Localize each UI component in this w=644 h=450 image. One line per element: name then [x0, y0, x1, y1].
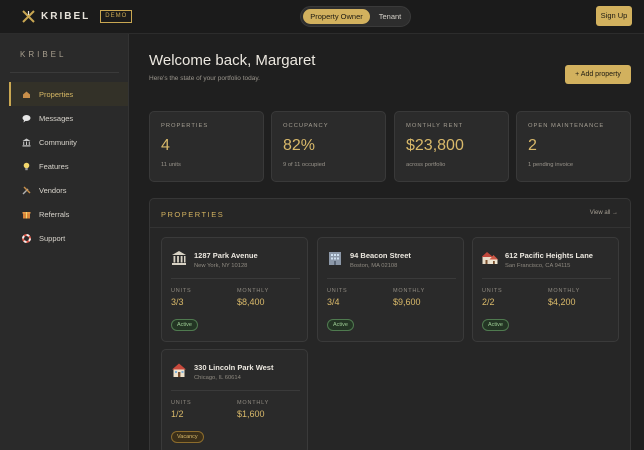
- building-columns-icon: [22, 138, 31, 147]
- status-badge: Vacancy: [171, 431, 204, 443]
- brand-name: KRIBEL: [41, 11, 91, 22]
- sidebar-item-vendors[interactable]: Vendors: [9, 178, 128, 202]
- stat-value: $23,800: [406, 137, 464, 154]
- top-bar: KRIBEL DEMO Property Owner Tenant Sign U…: [0, 0, 644, 34]
- stat-label: OPEN MAINTENANCE: [528, 123, 605, 129]
- sidebar-item-label: Referrals: [39, 209, 70, 219]
- page-subtitle: Here's the state of your portfolio today…: [149, 75, 260, 82]
- property-city: Boston, MA 02108: [350, 263, 398, 269]
- office-building-icon: [327, 250, 343, 266]
- property-city: Chicago, IL 60614: [194, 375, 241, 381]
- stat-value: 2: [528, 137, 537, 154]
- home-icon: [22, 90, 31, 99]
- stat-label: OCCUPANCY: [283, 123, 329, 129]
- units-value: 2/2: [482, 297, 495, 307]
- property-card-94-beacon-street[interactable]: 94 Beacon Street Boston, MA 02108 UNITS …: [317, 237, 464, 342]
- monthly-label: MONTHLY: [237, 288, 270, 294]
- monthly-label: MONTHLY: [548, 288, 581, 294]
- sidebar-item-label: Vendors: [39, 185, 67, 195]
- add-property-button[interactable]: + Add property: [565, 65, 631, 84]
- property-card-1287-park-avenue[interactable]: 1287 Park Avenue New York, NY 10128 UNIT…: [161, 237, 308, 342]
- toggle-property-owner[interactable]: Property Owner: [303, 9, 370, 24]
- lifebuoy-icon: [22, 233, 31, 243]
- monthly-value: $9,600: [393, 297, 421, 307]
- stat-card-monthly-rent: MONTHLY RENT $23,800 across portfolio: [394, 111, 509, 182]
- card-divider: [482, 278, 611, 279]
- sidebar-item-label: Messages: [39, 113, 74, 123]
- sidebar-item-referrals[interactable]: Referrals: [9, 202, 128, 226]
- monthly-value: $4,200: [548, 297, 576, 307]
- house-icon: [171, 362, 187, 378]
- sidebar-item-label: Features: [39, 161, 69, 171]
- property-city: New York, NY 10128: [194, 263, 248, 269]
- monthly-label: MONTHLY: [393, 288, 426, 294]
- stat-sub: 11 units: [161, 162, 181, 168]
- houses-icon: [481, 250, 498, 266]
- view-all-link[interactable]: View all →: [590, 210, 618, 216]
- card-divider: [171, 278, 300, 279]
- sidebar-item-messages[interactable]: Messages: [9, 106, 128, 130]
- units-value: 3/3: [171, 297, 184, 307]
- property-name: 1287 Park Avenue: [194, 251, 258, 260]
- speech-bubble-icon: [22, 114, 31, 123]
- monthly-value: $8,400: [237, 297, 265, 307]
- property-city: San Francisco, CA 94115: [505, 263, 571, 269]
- stat-sub: across portfolio: [406, 162, 446, 168]
- sidebar-item-label: Properties: [39, 89, 74, 99]
- stat-label: MONTHLY RENT: [406, 123, 464, 129]
- stat-value: 82%: [283, 137, 316, 154]
- sidebar-nav: Properties Messages Community Features V…: [9, 82, 128, 250]
- units-label: UNITS: [482, 288, 503, 294]
- role-toggle: Property Owner Tenant: [300, 6, 411, 27]
- tools-icon: [22, 186, 31, 195]
- demo-badge: DEMO: [100, 10, 133, 23]
- stat-card-properties: PROPERTIES 4 11 units: [149, 111, 264, 182]
- sidebar-item-community[interactable]: Community: [9, 130, 128, 154]
- card-divider: [327, 278, 456, 279]
- classical-building-icon: [171, 250, 187, 266]
- units-label: UNITS: [171, 288, 192, 294]
- panel-title: PROPERTIES: [161, 210, 225, 219]
- sidebar-item-properties[interactable]: Properties: [9, 82, 128, 106]
- lightbulb-icon: [22, 162, 31, 171]
- stat-sub: 1 pending invoice: [528, 162, 574, 168]
- sidebar-item-support[interactable]: Support: [9, 226, 128, 250]
- units-value: 3/4: [327, 297, 340, 307]
- page-title: Welcome back, Margaret: [149, 52, 316, 69]
- property-name: 330 Lincoln Park West: [194, 363, 274, 372]
- status-badge: Active: [327, 319, 354, 331]
- sidebar-item-label: Support: [39, 233, 66, 243]
- property-name: 612 Pacific Heights Lane: [505, 251, 593, 260]
- brand[interactable]: KRIBEL DEMO: [22, 10, 133, 23]
- sidebar-brand: KRIBEL: [20, 50, 67, 59]
- stat-label: PROPERTIES: [161, 123, 209, 129]
- stat-card-occupancy: OCCUPANCY 82% 9 of 11 occupied: [271, 111, 386, 182]
- units-label: UNITS: [171, 400, 192, 406]
- properties-panel: PROPERTIES View all → 1287 Park Avenue N…: [149, 198, 631, 450]
- sign-up-button[interactable]: Sign Up: [596, 6, 632, 26]
- property-card-330-lincoln-park-west[interactable]: 330 Lincoln Park West Chicago, IL 60614 …: [161, 349, 308, 450]
- sidebar-item-label: Community: [39, 137, 77, 147]
- units-label: UNITS: [327, 288, 348, 294]
- monthly-label: MONTHLY: [237, 400, 270, 406]
- card-divider: [171, 390, 300, 391]
- toggle-tenant[interactable]: Tenant: [371, 9, 409, 24]
- sidebar-item-features[interactable]: Features: [9, 154, 128, 178]
- status-badge: Active: [171, 319, 198, 331]
- property-name: 94 Beacon Street: [350, 251, 411, 260]
- units-value: 1/2: [171, 409, 184, 419]
- logo-icon: [22, 10, 35, 23]
- gift-icon: [22, 210, 31, 219]
- sidebar: KRIBEL Properties Messages Community Fea…: [0, 34, 129, 450]
- panel-divider: [150, 227, 630, 228]
- stat-value: 4: [161, 137, 170, 154]
- stat-sub: 9 of 11 occupied: [283, 162, 326, 168]
- sidebar-divider: [10, 72, 119, 73]
- stat-card-open-maintenance: OPEN MAINTENANCE 2 1 pending invoice: [516, 111, 631, 182]
- status-badge: Active: [482, 319, 509, 331]
- monthly-value: $1,600: [237, 409, 265, 419]
- property-card-612-pacific-heights-lane[interactable]: 612 Pacific Heights Lane San Francisco, …: [472, 237, 619, 342]
